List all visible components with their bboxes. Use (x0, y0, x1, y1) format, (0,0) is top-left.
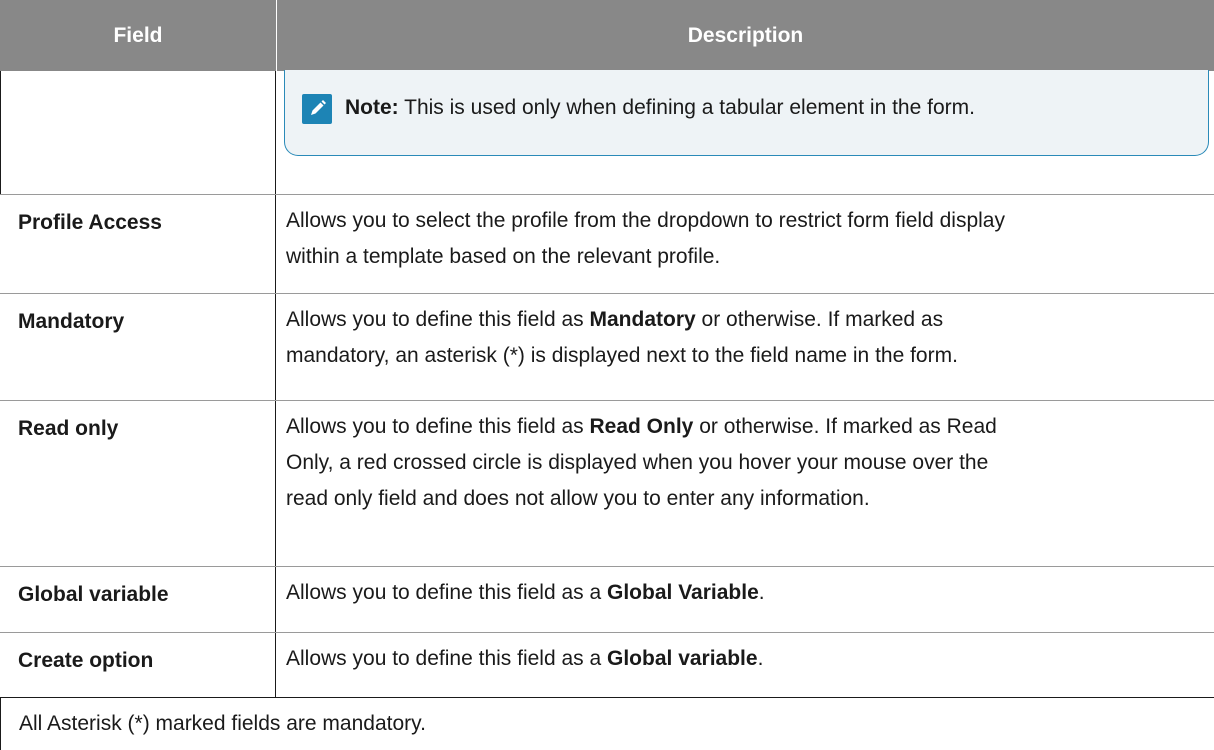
edit-pencil-icon (302, 94, 332, 124)
description-line: Allows you to define this field as Read … (286, 409, 1214, 445)
text-run: Allows you to define this field as a (286, 647, 608, 670)
text-bold: Global variable (607, 647, 758, 670)
description-line: Allows you to define this field as a Glo… (286, 575, 1214, 611)
text-run: Allows you to define this field as (286, 308, 590, 331)
table-row: Create option Allows you to define this … (0, 633, 1214, 697)
table-row: Mandatory Allows you to define this fiel… (0, 294, 1214, 400)
header-description: Description (687, 23, 804, 47)
description-line: Only, a red crossed circle is displayed … (286, 451, 989, 474)
description-line: read only field and does not allow you t… (286, 487, 870, 510)
text-bold: Mandatory (589, 308, 696, 331)
footer-text: All Asterisk (*) marked fields are manda… (19, 712, 426, 735)
note-box: Note: This is used only when defining a … (284, 70, 1209, 156)
text-run: Allows you to define this field as (286, 415, 590, 438)
table-row: Profile Access Allows you to select the … (0, 195, 1214, 293)
text-run: . (758, 581, 765, 604)
field-cell: Global variable (0, 567, 276, 632)
note-label: Note: (345, 96, 399, 119)
text-run: Allows you to define this field as a (286, 581, 608, 604)
note-text: Note: This is used only when defining a … (345, 96, 975, 120)
table-row: Read only Allows you to define this fiel… (0, 401, 1214, 566)
description-line: mandatory, an asterisk (*) is displayed … (286, 344, 958, 367)
text-run: or otherwise. If marked as (695, 308, 944, 331)
text-bold: Global Variable (607, 581, 759, 604)
header-field: Field (0, 0, 277, 71)
table-row: Global variable Allows you to define thi… (0, 567, 1214, 632)
field-cell: Profile Access (0, 195, 276, 293)
description-cell: Allows you to define this field as a Glo… (276, 633, 1214, 697)
note-body: This is used only when defining a tabula… (398, 96, 975, 119)
field-cell (0, 71, 276, 194)
description-line: Allows you to define this field as Manda… (286, 302, 1214, 338)
description-cell: Allows you to define this field as a Glo… (276, 567, 1214, 632)
description-cell: Allows you to select the profile from th… (276, 195, 1214, 293)
text-run: . (757, 647, 764, 670)
table-header: Field Description (0, 0, 1214, 71)
description-line: Allows you to define this field as a Glo… (286, 641, 1214, 677)
description-cell: Allows you to define this field as Manda… (276, 294, 1214, 400)
description-line: Allows you to select the profile from th… (286, 209, 1005, 232)
text-bold: Read Only (589, 415, 694, 438)
field-cell: Mandatory (0, 294, 276, 400)
field-cell: Read only (0, 401, 276, 566)
text-run: or otherwise. If marked as Read (693, 415, 997, 438)
table-footer: All Asterisk (*) marked fields are manda… (0, 697, 1214, 750)
description-line: within a template based on the relevant … (286, 245, 721, 268)
field-cell: Create option (0, 633, 276, 697)
description-cell: Allows you to define this field as Read … (276, 401, 1214, 566)
field-description-table: Field Description Note: This is used onl… (0, 0, 1214, 750)
